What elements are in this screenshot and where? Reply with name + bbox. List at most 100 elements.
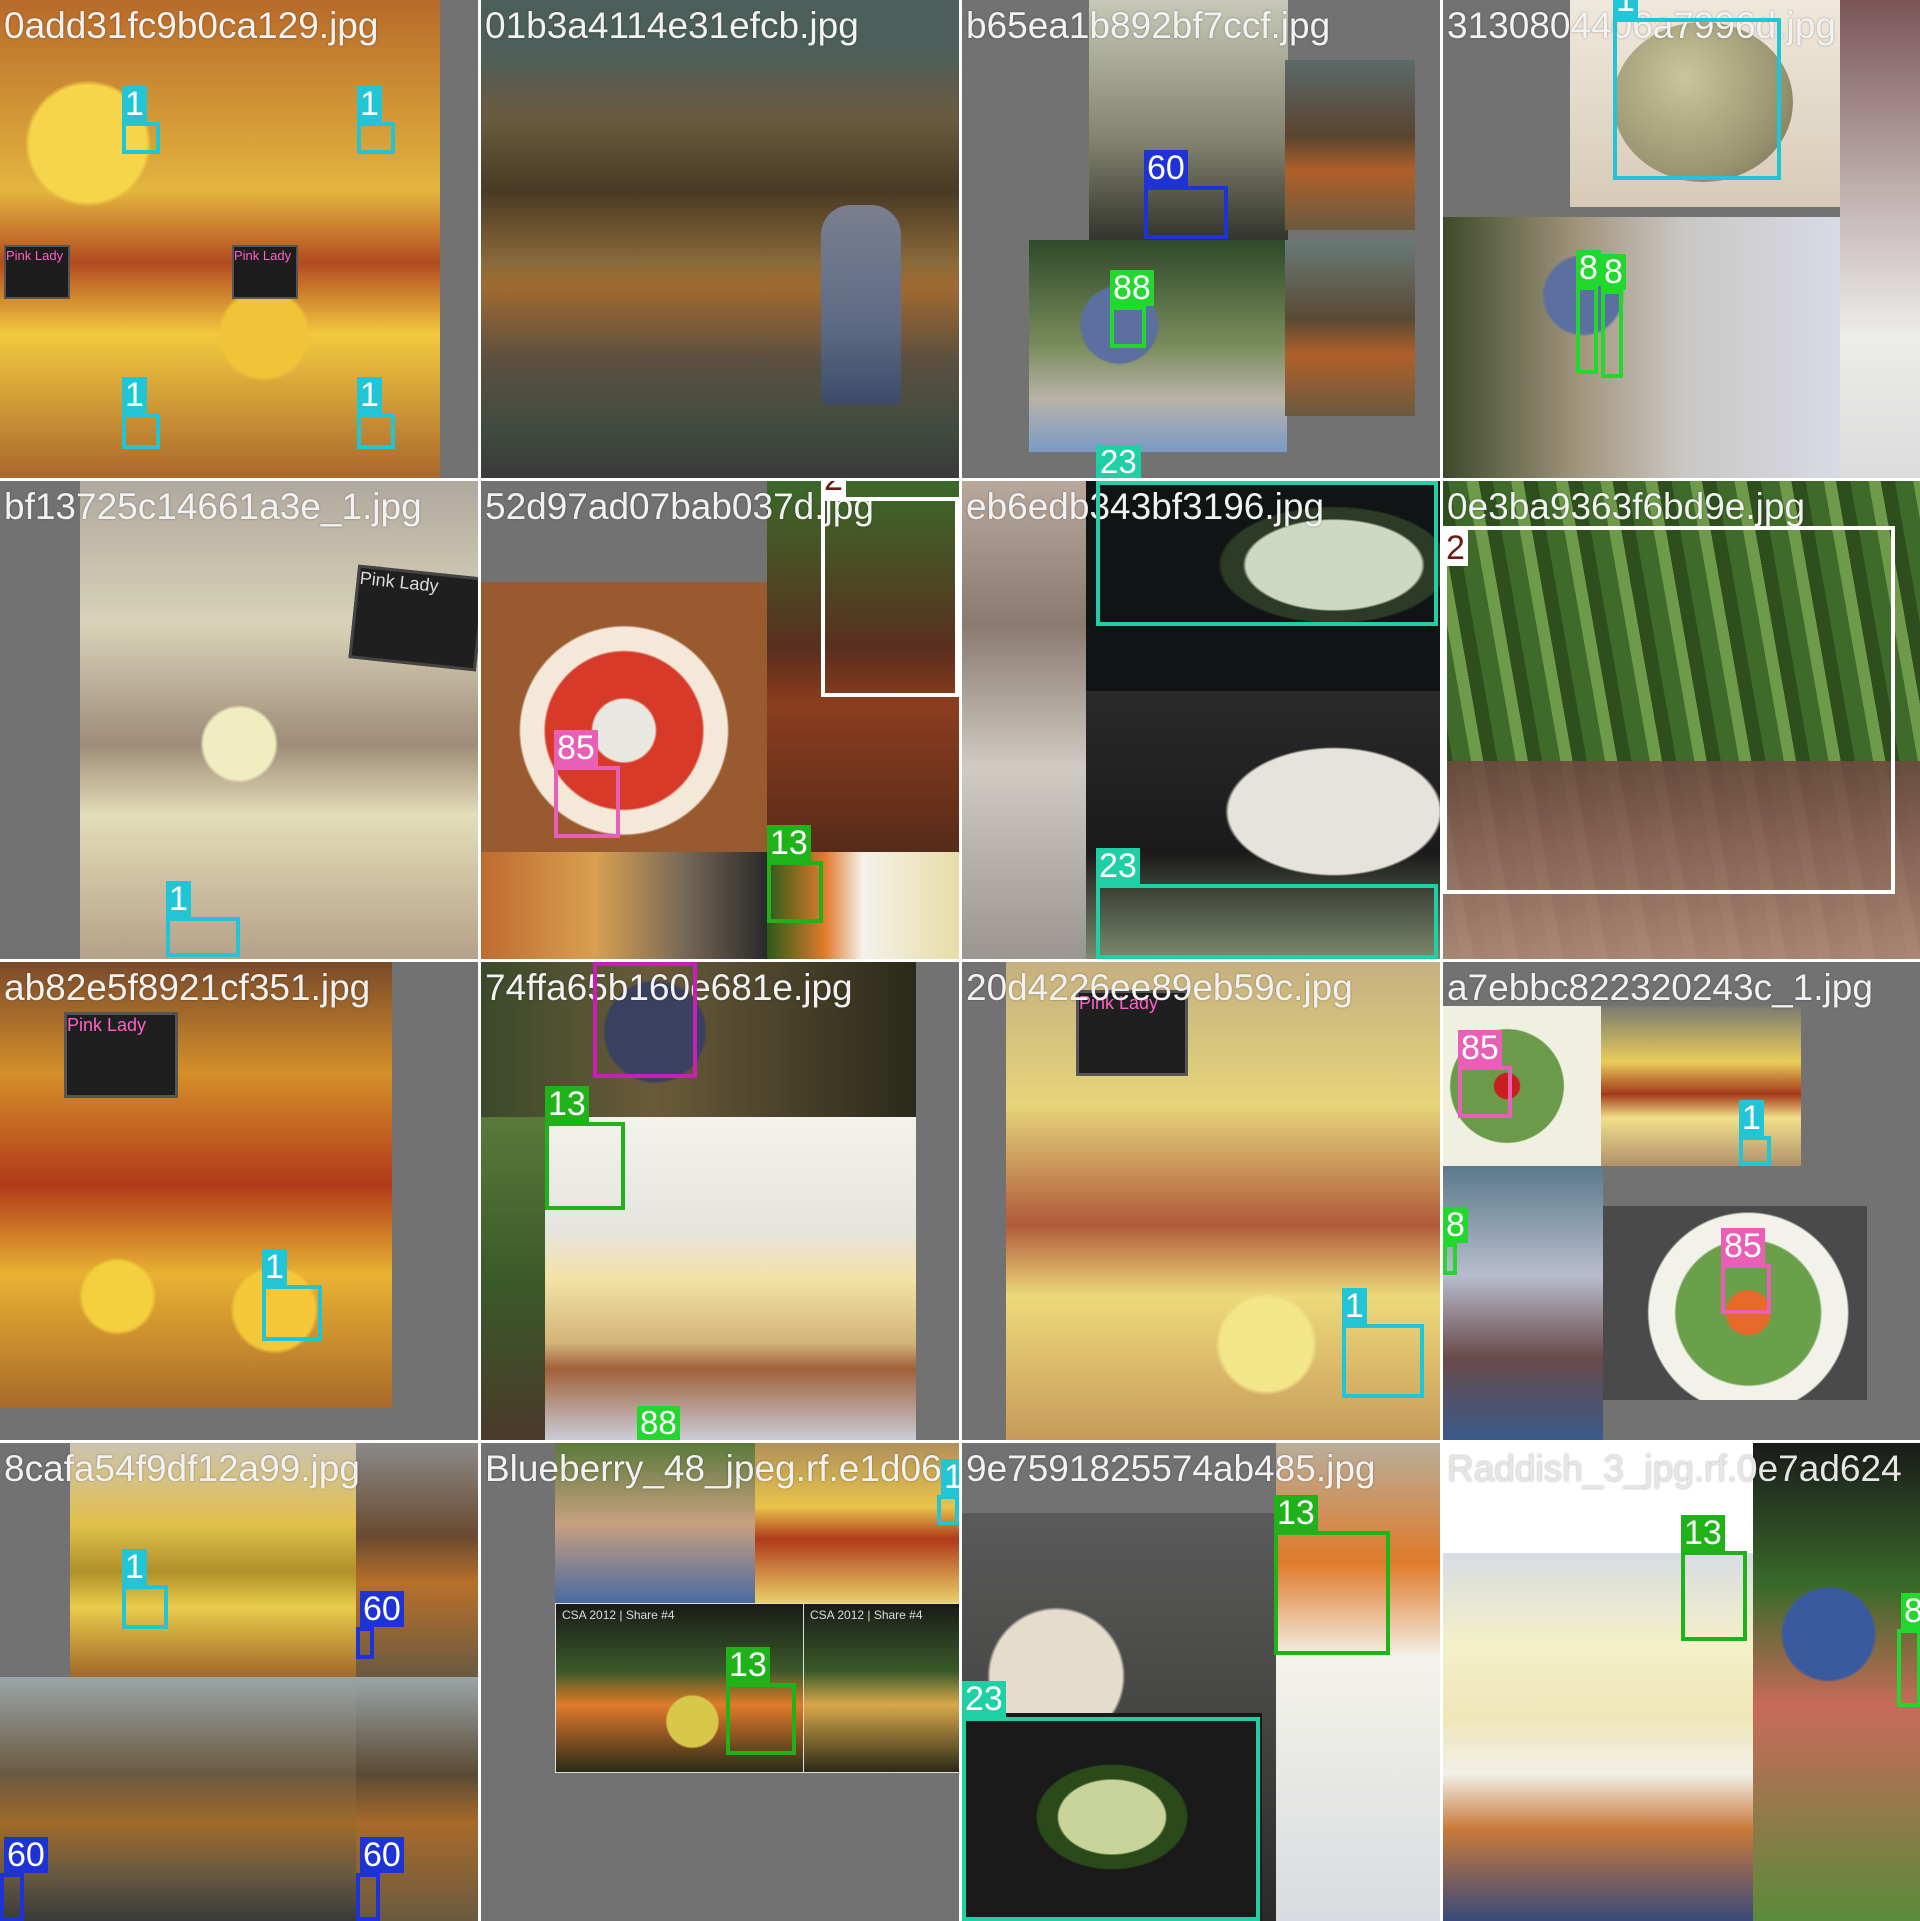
image-tile[interactable]: CSA 2012 | Share #4 CSA 2012 | Share #4 …: [481, 1443, 959, 1921]
bounding-box: 1: [262, 1249, 322, 1341]
photo-caprese: [481, 582, 767, 852]
bounding-box: 1: [357, 377, 395, 449]
image-tile[interactable]: 3130804406a7996d.jpg 1 8 8: [1443, 0, 1920, 478]
image-tile[interactable]: Pink Lady ab82e5f8921cf351.jpg 1: [0, 962, 478, 1440]
photo-texture: [962, 481, 1086, 959]
sign-text: Pink Lady: [234, 248, 292, 263]
bounding-box: 1: [122, 377, 160, 449]
sign-text: Pink Lady: [67, 1015, 147, 1035]
bounding-box: 85: [554, 730, 620, 838]
image-tile[interactable]: Pink Lady bf13725c14661a3e_1.jpg 1: [0, 481, 478, 959]
bounding-box: 13: [1681, 1515, 1747, 1641]
image-tile[interactable]: 0e3ba9363f6bd9e.jpg 2: [1443, 481, 1920, 959]
box-label: 8: [1601, 254, 1626, 290]
image-tile[interactable]: Pink Lady Pink Lady 0add31fc9b0ca129.jpg…: [0, 0, 478, 478]
photo-blueberries: [555, 1443, 755, 1603]
box-label: 13: [545, 1086, 589, 1122]
box-label: 85: [1721, 1228, 1765, 1264]
box-label: 2: [1443, 530, 1468, 566]
bounding-box: 60: [0, 1837, 48, 1921]
box-label: 1: [166, 881, 191, 917]
bounding-box: 23: [1096, 848, 1438, 959]
box-label: 2: [821, 481, 846, 497]
box-label: 1: [357, 377, 382, 413]
box-label: 60: [360, 1591, 404, 1627]
box-label: 8: [1901, 1593, 1920, 1629]
photo-texture: [1840, 0, 1920, 478]
sign-text: Pink Lady: [1079, 993, 1159, 1013]
bounding-box: 1: [122, 1549, 168, 1629]
bounding-box: 1: [937, 1459, 959, 1525]
sign-pink-lady: Pink Lady: [64, 1012, 178, 1098]
box-label: 1: [1739, 1100, 1764, 1136]
bounding-box: 60: [1144, 150, 1228, 239]
bounding-box: 85: [1458, 1030, 1512, 1118]
bounding-box: 23: [962, 1681, 1260, 1921]
photo-blueberries: [1029, 240, 1287, 452]
bounding-box: 8: [1897, 1593, 1920, 1707]
bounding-box: 2: [1443, 526, 1895, 894]
photo-vegetable-basket: CSA 2012 | Share #4: [803, 1603, 959, 1773]
bounding-box: 13: [767, 825, 823, 923]
mosaic-grid: Pink Lady Pink Lady 0add31fc9b0ca129.jpg…: [0, 0, 1920, 1921]
sign-pink-lady: Pink Lady: [1076, 990, 1188, 1076]
image-tile[interactable]: b65ea1b892bf7ccf.jpg 60 88 23: [962, 0, 1440, 478]
photo-farm-scene: [1285, 240, 1415, 416]
photo-apples: [70, 1443, 356, 1677]
bounding-box: 31: [593, 962, 697, 1078]
photo-apples: [755, 1443, 959, 1603]
sign-pink-lady: Pink Lady: [232, 245, 298, 299]
bounding-box: 2: [821, 481, 959, 697]
box-label: 13: [726, 1647, 770, 1683]
bounding-box: 85: [1721, 1228, 1771, 1314]
image-tile[interactable]: a7ebbc822320243c_1.jpg 85 1 8 85: [1443, 962, 1920, 1440]
box-label: 1: [941, 1459, 959, 1495]
sign-pink-lady: Pink Lady: [4, 245, 70, 299]
photo-apples: [0, 962, 392, 1408]
box-label: 60: [360, 1837, 404, 1873]
photo-apples: [1601, 1006, 1801, 1166]
box-label: 8: [1443, 1207, 1468, 1243]
bounding-box: 13: [726, 1647, 796, 1755]
image-tile[interactable]: Raddish_3_jpg.rf.0e7ad624 13 8: [1443, 1443, 1920, 1921]
box-label: 8: [1576, 250, 1601, 286]
image-tile[interactable]: 01b3a4114e31efcb.jpg: [481, 0, 959, 478]
box-label: 1: [122, 377, 147, 413]
bounding-box: [1096, 481, 1438, 626]
csa-caption: CSA 2012 | Share #4: [810, 1608, 923, 1622]
image-tile[interactable]: eb6edb343bf3196.jpg 23: [962, 481, 1440, 959]
bounding-box: 1: [122, 86, 160, 154]
bounding-box: 1: [1613, 0, 1781, 180]
box-label: 60: [1144, 150, 1188, 186]
photo-blueberries: [1443, 217, 1843, 478]
bounding-box: 88: [1110, 270, 1154, 348]
image-tile[interactable]: 8cafa54f9df12a99.jpg 1 60 60 60: [0, 1443, 478, 1921]
bounding-box: 1: [357, 86, 395, 154]
photo-market: [481, 852, 767, 959]
image-tile[interactable]: Pink Lady 20d4226ee89eb59c.jpg 1: [962, 962, 1440, 1440]
box-label: 1: [357, 86, 382, 122]
bounding-box: 8: [1576, 250, 1601, 374]
csa-caption: CSA 2012 | Share #4: [562, 1608, 675, 1622]
photo-person: [821, 205, 901, 405]
bounding-box: 13: [545, 1086, 625, 1210]
image-tile[interactable]: 52d97ad07bab037d.jpg 2 85 13: [481, 481, 959, 959]
bounding-box: 8: [1443, 1207, 1468, 1275]
bounding-box: 13: [1274, 1495, 1390, 1655]
photo-farm-scene: [356, 1443, 478, 1677]
photo-blueberries: [1753, 1443, 1920, 1921]
bounding-box: 60: [356, 1837, 404, 1921]
bounding-box: 8: [1601, 254, 1626, 378]
photo-apples-blurred: [80, 481, 478, 959]
box-label: 1: [122, 86, 147, 122]
box-label: 23: [962, 1681, 1006, 1717]
box-label: 23: [1096, 445, 1141, 478]
bounding-box: 1: [1739, 1100, 1771, 1166]
sign-pink-lady: Pink Lady: [348, 564, 478, 672]
box-label: 85: [554, 730, 598, 766]
sign-text: Pink Lady: [6, 248, 64, 263]
image-tile[interactable]: 74ffa65b160e681e.jpg 31 13 88: [481, 962, 959, 1440]
image-tile[interactable]: 9e7591825574ab485.jpg 13 23: [962, 1443, 1440, 1921]
box-label: 85: [1458, 1030, 1502, 1066]
photo-farm-scene: [1285, 60, 1415, 230]
